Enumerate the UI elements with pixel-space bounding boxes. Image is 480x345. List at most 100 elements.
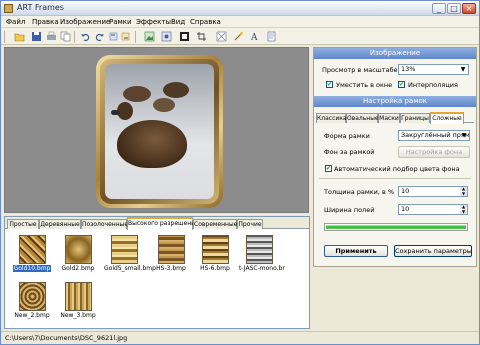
preview-scale-value: 13%: [401, 65, 416, 73]
frame-thumbnail-label: t-JASC-mono.br: [239, 265, 285, 272]
frame-thumbnail-label: Gold2.bmp: [61, 265, 95, 272]
spin-down-icon[interactable]: ▼: [460, 210, 467, 214]
menu-image[interactable]: Изображение: [60, 18, 110, 26]
undo-icon[interactable]: [80, 31, 91, 42]
menu-help[interactable]: Справка: [190, 18, 221, 26]
tab-oval[interactable]: Овальные: [346, 113, 379, 123]
menu-view[interactable]: Вид: [171, 18, 185, 26]
fit-window-label: Уместить в окне: [336, 81, 393, 89]
menu-frames[interactable]: Рамки: [109, 18, 132, 26]
frame-thumbnail-image: [18, 235, 46, 264]
app-icon: [4, 4, 13, 13]
properties-icon[interactable]: [266, 31, 277, 42]
tab-gilded[interactable]: Позолоченные: [81, 219, 128, 229]
framed-photo-preview: [96, 55, 223, 208]
tab-masks[interactable]: Маски: [378, 113, 400, 123]
fit-icon[interactable]: [216, 31, 227, 42]
margin-width-spinner[interactable]: 10 ▲ ▼: [398, 204, 468, 215]
maximize-button[interactable]: □: [447, 3, 461, 14]
toolbar: A: [1, 28, 479, 45]
separator: [319, 178, 471, 179]
background-settings-button[interactable]: Настройка фона: [398, 146, 470, 158]
frame-thumbnail-label: New_2.bmp: [14, 312, 50, 319]
spin-down-icon[interactable]: ▼: [460, 192, 467, 196]
auto-color-checkbox[interactable]: ✔: [325, 165, 332, 172]
frame-thickness-spinner[interactable]: 10 ▲ ▼: [398, 186, 468, 197]
interpolation-checkbox[interactable]: ✔: [398, 81, 405, 88]
print-icon[interactable]: [46, 31, 57, 42]
tab-borders[interactable]: Границы: [400, 113, 430, 123]
frame-thumbnail[interactable]: Gold10.bmp: [11, 235, 53, 277]
apply-button[interactable]: Применить: [324, 245, 388, 257]
frame-thumbnail[interactable]: HS-6.bmp: [194, 235, 236, 277]
toolbar-separator: [74, 31, 75, 43]
frame-shape-label: Форма рамки: [324, 132, 370, 140]
duck-body: [117, 120, 187, 168]
frame-thumbnail[interactable]: New_2.bmp: [11, 282, 53, 324]
frame-thumbnail[interactable]: Gold2.bmp: [57, 235, 99, 277]
menu-bar: Файл Правка Изображение Рамки Эффекты Ви…: [1, 16, 479, 28]
toolbar-grip: [4, 31, 5, 43]
frame-section-header: Настройка рамок: [314, 96, 476, 107]
copy-icon[interactable]: [60, 31, 71, 42]
chevron-down-icon: ▼: [460, 66, 466, 73]
frame-thumbnail[interactable]: New_3.bmp: [57, 282, 99, 324]
frame-thumbnail[interactable]: HS-3.bmp: [150, 235, 192, 277]
image-canvas[interactable]: [4, 47, 309, 213]
save-icon[interactable]: [31, 31, 42, 42]
open-folder-icon[interactable]: [14, 31, 25, 42]
frame-thumbnail-label: HS-6.bmp: [200, 265, 230, 272]
frame-border: [100, 59, 219, 204]
frame-thumbnail-image: [201, 235, 229, 264]
preview-scale-select[interactable]: 13% ▼: [398, 64, 469, 75]
gallery-tabs: Простые Деревянные Позолоченные Высокого…: [5, 217, 309, 230]
frame-shape-select[interactable]: Закруглённый прям-к ▼: [398, 130, 470, 141]
duck-background: [153, 98, 175, 112]
frame-thumbnail[interactable]: t-JASC-mono.br: [238, 235, 285, 277]
frame-thumbnail-image: [64, 282, 92, 311]
image-section-header: Изображение: [314, 48, 476, 59]
tab-other[interactable]: Прочие: [237, 219, 263, 229]
tab-high-resolution[interactable]: Высокого разрешения: [127, 217, 199, 230]
redo-icon[interactable]: [94, 31, 105, 42]
frame-thumbnail-image: [157, 235, 185, 264]
duck-bill: [111, 110, 120, 115]
minimize-button[interactable]: _: [432, 3, 446, 14]
menu-effects[interactable]: Эффекты: [136, 18, 171, 26]
toolbar-separator: [135, 31, 136, 43]
duck-background: [163, 82, 189, 98]
frame-icon[interactable]: [179, 31, 190, 42]
preview-scale-label: Просмотр в масштабе: [322, 66, 398, 74]
rotate-left-icon[interactable]: [108, 31, 119, 42]
close-button[interactable]: ×: [462, 3, 476, 14]
frame-thumbnail-label: Gold5_small.bmp: [104, 265, 156, 272]
text-icon[interactable]: A: [250, 31, 261, 42]
tab-classic[interactable]: Классика: [316, 113, 347, 123]
rotate-right-icon[interactable]: [120, 31, 131, 42]
status-bar: C:\Users\7\Documents\DSC_9621l.jpg: [1, 331, 479, 344]
wand-icon[interactable]: [233, 31, 244, 42]
image-settings-icon[interactable]: [161, 31, 172, 42]
tab-simple[interactable]: Простые: [7, 219, 39, 229]
progress-bar: [324, 223, 468, 231]
tab-modern[interactable]: Современные: [193, 219, 237, 229]
crop-icon[interactable]: [196, 31, 207, 42]
interpolation-label: Интерполяция: [408, 81, 458, 89]
frame-thumbnail-label: New_3.bmp: [60, 312, 96, 319]
menu-file[interactable]: Файл: [6, 18, 25, 26]
image-icon[interactable]: [144, 31, 155, 42]
menu-edit[interactable]: Правка: [32, 18, 59, 26]
tab-wooden[interactable]: Деревянные: [39, 219, 81, 229]
margin-width-label: Ширина полей: [324, 206, 375, 214]
frame-thumbnail-label: HS-3.bmp: [156, 265, 186, 272]
frame-gallery: Простые Деревянные Позолоченные Высокого…: [4, 216, 310, 329]
frame-thumbnail[interactable]: Gold5_small.bmp: [103, 235, 156, 277]
frame-thickness-label: Толщина рамки, в %: [324, 188, 395, 196]
frame-thumbnail-image: [110, 235, 138, 264]
tab-complex[interactable]: Сложные: [430, 112, 464, 124]
file-path: C:\Users\7\Documents\DSC_9621l.jpg: [5, 334, 128, 342]
save-settings-button[interactable]: Сохранить параметры: [394, 245, 472, 257]
frame-thumbnail-label: Gold10.bmp: [12, 265, 52, 272]
margin-width-value: 10: [401, 205, 410, 213]
fit-window-checkbox[interactable]: ✔: [326, 81, 333, 88]
